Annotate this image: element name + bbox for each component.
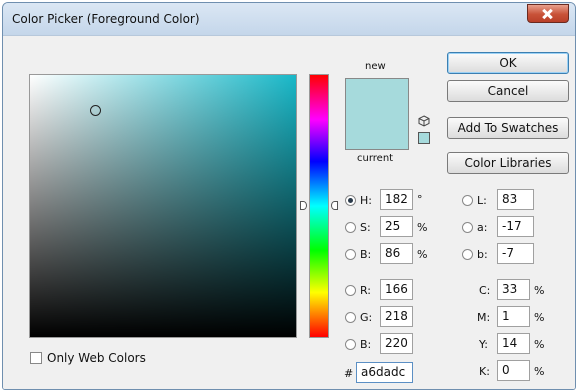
yellow-unit: % xyxy=(534,338,545,351)
color-field[interactable] xyxy=(29,74,297,338)
only-web-colors-label[interactable]: Only Web Colors xyxy=(47,351,146,365)
blue-key: B: xyxy=(360,338,372,351)
cyan-key: C: xyxy=(479,284,491,297)
brightness-unit: % xyxy=(417,248,428,261)
magenta-unit: % xyxy=(534,311,545,324)
hex-label: # xyxy=(344,367,354,380)
radio-lab-a[interactable] xyxy=(462,222,473,233)
cyan-input[interactable]: 33 xyxy=(497,279,530,300)
radio-lab-b[interactable] xyxy=(462,249,473,260)
radio-red[interactable] xyxy=(345,285,356,296)
lab-b-key: b: xyxy=(477,248,488,261)
green-key: G: xyxy=(360,311,373,324)
color-field-marker[interactable] xyxy=(90,105,101,116)
radio-brightness[interactable] xyxy=(345,249,356,260)
current-label: current xyxy=(357,153,394,164)
title-bar: Color Picker (Foreground Color) xyxy=(3,3,575,36)
close-icon[interactable] xyxy=(527,4,569,23)
color-libraries-button[interactable]: Color Libraries xyxy=(447,152,569,174)
hue-slider[interactable] xyxy=(309,74,329,338)
lab-l-input[interactable]: 83 xyxy=(497,189,534,210)
yellow-input[interactable]: 14 xyxy=(497,333,530,354)
saturation-unit: % xyxy=(417,221,428,234)
red-input[interactable]: 166 xyxy=(380,279,413,300)
gamut-cube-icon[interactable] xyxy=(418,115,430,127)
black-key: K: xyxy=(479,365,490,378)
lab-a-input[interactable]: -17 xyxy=(497,216,534,237)
ok-button[interactable]: OK xyxy=(447,52,569,74)
new-current-swatch xyxy=(345,78,409,150)
hue-unit: ° xyxy=(417,193,423,206)
yellow-key: Y: xyxy=(479,338,488,351)
blue-input[interactable]: 220 xyxy=(380,333,413,354)
new-label: new xyxy=(365,61,386,72)
current-color-swatch[interactable] xyxy=(346,114,408,149)
magenta-input[interactable]: 1 xyxy=(497,306,530,327)
radio-saturation[interactable] xyxy=(345,222,356,233)
only-web-colors-checkbox[interactable] xyxy=(30,352,42,364)
radio-hue[interactable] xyxy=(345,195,356,206)
cancel-button[interactable]: Cancel xyxy=(447,80,569,102)
hue-input[interactable]: 182 xyxy=(380,189,413,210)
lab-b-input[interactable]: -7 xyxy=(497,243,534,264)
lab-l-key: L: xyxy=(477,194,487,207)
black-unit: % xyxy=(534,365,545,378)
hue-slider-left-handle[interactable] xyxy=(300,201,307,210)
hue-key: H: xyxy=(360,194,372,207)
hue-slider-right-handle[interactable] xyxy=(331,201,338,210)
radio-green[interactable] xyxy=(345,312,356,323)
gamut-color-swatch[interactable] xyxy=(418,132,430,144)
red-key: R: xyxy=(360,284,372,297)
black-input[interactable]: 0 xyxy=(497,360,530,381)
lab-a-key: a: xyxy=(477,221,488,234)
add-to-swatches-button[interactable]: Add To Swatches xyxy=(447,117,569,139)
color-picker-window: Color Picker (Foreground Color) new curr… xyxy=(2,2,576,390)
brightness-key: B: xyxy=(360,248,372,261)
window-title: Color Picker (Foreground Color) xyxy=(12,12,200,26)
saturation-key: S: xyxy=(360,221,371,234)
new-color-swatch xyxy=(346,79,408,114)
dialog-body: new current OK Cancel Add To Swatches Co… xyxy=(3,36,575,389)
saturation-input[interactable]: 25 xyxy=(380,216,413,237)
brightness-input[interactable]: 86 xyxy=(380,243,413,264)
radio-blue[interactable] xyxy=(345,339,356,350)
magenta-key: M: xyxy=(477,311,491,324)
hex-input[interactable]: a6dadc xyxy=(356,362,413,383)
green-input[interactable]: 218 xyxy=(380,306,413,327)
radio-lab-l[interactable] xyxy=(462,195,473,206)
cyan-unit: % xyxy=(534,284,545,297)
